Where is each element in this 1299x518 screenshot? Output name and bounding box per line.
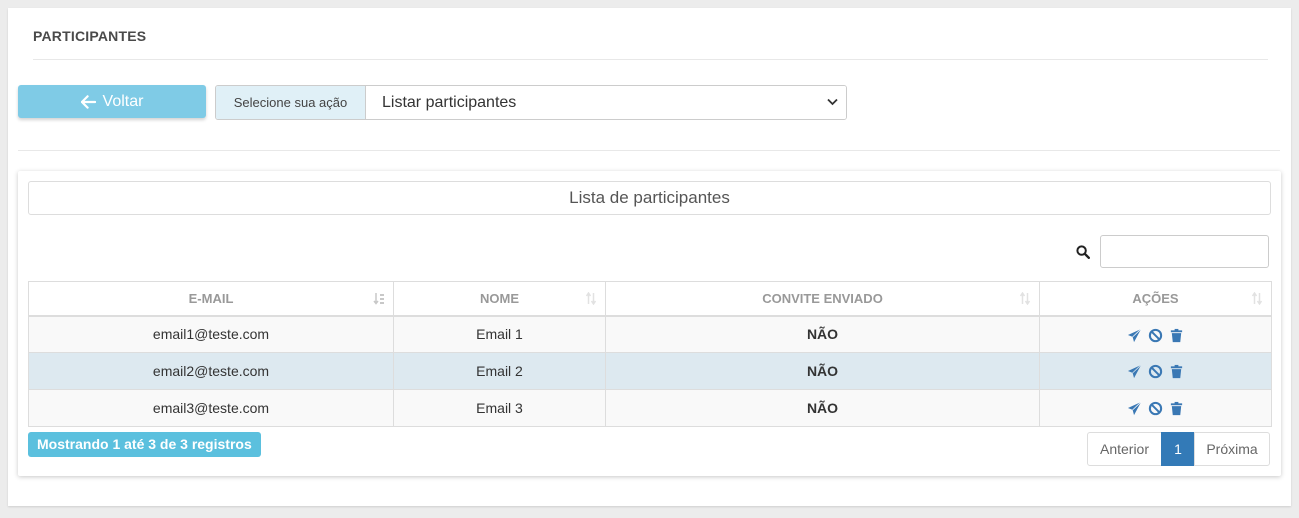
table-row: email1@teste.com Email 1 NÃO	[28, 315, 1272, 353]
sort-icon	[1019, 292, 1031, 305]
cell-actions	[1039, 352, 1272, 390]
column-header-acoes-label: AÇÕES	[1132, 290, 1179, 306]
page-title: PARTICIPANTES	[33, 28, 147, 44]
ban-icon[interactable]	[1148, 401, 1163, 416]
search-icon	[1076, 245, 1090, 259]
column-header-convite-label: CONVITE ENVIADO	[762, 290, 883, 306]
cell-actions	[1039, 389, 1272, 427]
send-icon[interactable]	[1127, 401, 1142, 416]
page-card: PARTICIPANTES Voltar Selecione sua ação …	[8, 8, 1291, 506]
back-button-label: Voltar	[102, 92, 144, 110]
send-icon[interactable]	[1127, 364, 1142, 379]
cell-nome: Email 3	[393, 389, 606, 427]
table-row: email3@teste.com Email 3 NÃO	[28, 389, 1272, 427]
cell-actions	[1039, 315, 1272, 353]
participants-table: E-MAIL NOME CONVITE ENVIADO AÇÕES email1…	[28, 281, 1272, 427]
action-select-label: Selecione sua ação	[216, 86, 366, 119]
table-row: email2@teste.com Email 2 NÃO	[28, 352, 1272, 390]
cell-convite: NÃO	[605, 389, 1040, 427]
sort-icon	[585, 292, 597, 305]
participants-panel: Lista de participantes E-MAIL NOME CONVI…	[18, 171, 1281, 476]
pagination-previous[interactable]: Anterior	[1087, 432, 1162, 466]
cell-nome: Email 1	[393, 315, 606, 353]
table-info-badge: Mostrando 1 até 3 de 3 registros	[28, 432, 261, 457]
pagination-next[interactable]: Próxima	[1194, 432, 1270, 466]
column-header-convite[interactable]: CONVITE ENVIADO	[605, 281, 1040, 317]
action-select-group: Selecione sua ação Listar participantes	[215, 85, 847, 120]
pagination: Anterior 1 Próxima	[1087, 432, 1270, 466]
section-divider	[18, 150, 1280, 151]
ban-icon[interactable]	[1148, 328, 1163, 343]
arrow-left-icon	[80, 94, 96, 109]
pagination-page-1[interactable]: 1	[1161, 432, 1195, 466]
action-select-value: Listar participantes	[382, 93, 517, 111]
trash-icon[interactable]	[1169, 364, 1184, 379]
column-header-nome-label: NOME	[480, 290, 519, 306]
trash-icon[interactable]	[1169, 328, 1184, 343]
chevron-down-icon	[827, 98, 838, 106]
table-header-row: E-MAIL NOME CONVITE ENVIADO AÇÕES	[28, 281, 1272, 317]
trash-icon[interactable]	[1169, 401, 1184, 416]
sort-asc-icon	[373, 293, 384, 305]
search-input[interactable]	[1100, 235, 1269, 268]
column-header-nome[interactable]: NOME	[393, 281, 606, 317]
action-select[interactable]: Listar participantes	[366, 86, 846, 119]
cell-email: email3@teste.com	[28, 389, 394, 427]
back-button[interactable]: Voltar	[18, 85, 206, 118]
cell-convite: NÃO	[605, 315, 1040, 353]
title-divider	[33, 59, 1268, 60]
sort-icon	[1251, 292, 1263, 305]
cell-email: email2@teste.com	[28, 352, 394, 390]
list-header: Lista de participantes	[28, 181, 1271, 215]
cell-nome: Email 2	[393, 352, 606, 390]
ban-icon[interactable]	[1148, 364, 1163, 379]
cell-email: email1@teste.com	[28, 315, 394, 353]
send-icon[interactable]	[1127, 328, 1142, 343]
column-header-acoes[interactable]: AÇÕES	[1039, 281, 1272, 317]
cell-convite: NÃO	[605, 352, 1040, 390]
column-header-email[interactable]: E-MAIL	[28, 281, 394, 317]
column-header-email-label: E-MAIL	[188, 290, 234, 306]
